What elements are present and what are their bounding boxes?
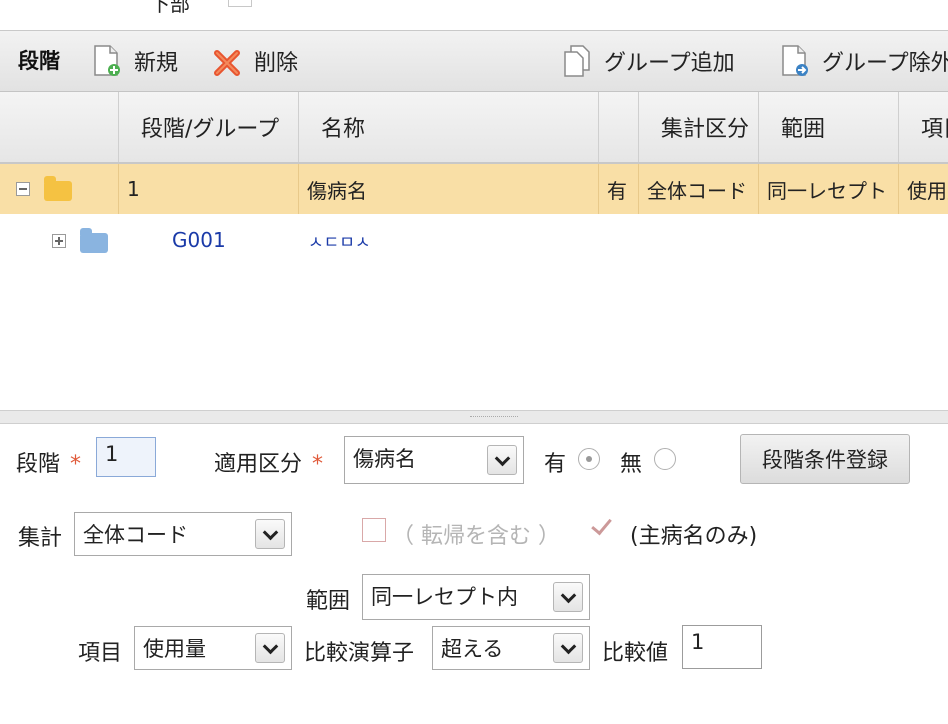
no-label: 無: [620, 452, 643, 477]
operator-label: 比較演算子: [304, 641, 415, 666]
cell-aggregation: 全体コード: [638, 164, 758, 214]
group-remove-button[interactable]: グループ除外: [780, 41, 948, 81]
main-disease-only-label: (主病名のみ): [630, 524, 758, 549]
cell-flag: 有: [598, 164, 638, 214]
operator-select[interactable]: 超える: [432, 626, 590, 670]
apply-type-select[interactable]: 傷病名: [344, 436, 524, 484]
register-stage-button[interactable]: 段階条件登録: [740, 434, 910, 484]
delete-button-label: 削除: [254, 51, 299, 76]
top-partial-row: 下部: [0, 0, 948, 31]
table-row[interactable]: 1 傷病名 有 全体コード 同一レセプト 使用量: [0, 164, 948, 214]
aggregation-label: 集計: [18, 526, 63, 551]
chevron-down-icon[interactable]: [255, 633, 285, 663]
top-partial-checkbox[interactable]: [228, 0, 252, 7]
checkmark-icon[interactable]: [588, 515, 614, 539]
new-document-icon: [92, 44, 122, 78]
new-button-label: 新規: [134, 51, 179, 76]
stage-toolbar: 段階 新規 削除 グループ追加 グループ除外: [0, 31, 948, 92]
chevron-down-icon[interactable]: [553, 633, 583, 663]
group-remove-label: グループ除外: [822, 51, 948, 76]
folder-closed-icon: [80, 228, 108, 253]
stage-label: 段階 *: [16, 452, 82, 477]
aggregation-select[interactable]: 全体コード: [74, 512, 292, 556]
cell-item: 使用量: [898, 164, 948, 214]
apply-type-label: 適用区分 *: [214, 452, 324, 477]
group-add-label: グループ追加: [604, 51, 735, 76]
yes-radio[interactable]: [578, 448, 600, 470]
operator-value: 超える: [441, 637, 504, 661]
range-value: 同一レセプト内: [371, 585, 518, 609]
header-name[interactable]: 名称: [298, 92, 598, 162]
header-aggregation[interactable]: 集計区分: [638, 92, 758, 162]
header-range[interactable]: 範囲: [758, 92, 898, 162]
cell-group-code[interactable]: G001: [172, 228, 226, 252]
cell-range: 同一レセプト: [758, 164, 898, 214]
delete-x-icon: [212, 44, 242, 78]
no-radio[interactable]: [654, 448, 676, 470]
panel-splitter[interactable]: [0, 410, 948, 424]
copy-document-icon: [562, 44, 592, 78]
splitter-grip-icon: [470, 416, 518, 417]
item-select[interactable]: 使用量: [134, 626, 292, 670]
header-tree-column: [0, 92, 118, 162]
table-row[interactable]: G001 ㅅㄷㅁㅅ: [0, 216, 948, 266]
delete-button[interactable]: 削除: [212, 41, 298, 81]
chevron-down-icon[interactable]: [255, 519, 285, 549]
cell-group-name: ㅅㄷㅁㅅ: [308, 233, 371, 253]
compare-value-label: 比較値: [602, 641, 669, 666]
header-flag[interactable]: [598, 92, 638, 162]
include-transfer-checkbox[interactable]: [362, 518, 386, 542]
range-label: 範囲: [306, 589, 351, 614]
grid-header: 段階/グループ 名称 集計区分 範囲 項目: [0, 92, 948, 164]
new-button[interactable]: 新規: [92, 41, 178, 81]
toolbar-title: 段階: [18, 49, 60, 73]
expand-toggle-icon[interactable]: [52, 234, 66, 248]
document-arrow-icon: [780, 44, 810, 78]
header-item[interactable]: 項目: [898, 92, 948, 162]
cell-stage: 1: [118, 164, 298, 214]
compare-value-input[interactable]: 1: [682, 625, 762, 669]
include-transfer-label: （ 転帰を含む ）: [392, 524, 560, 549]
apply-type-value: 傷病名: [353, 447, 416, 471]
aggregation-value: 全体コード: [83, 523, 188, 547]
item-label: 項目: [78, 641, 123, 666]
folder-open-icon: [44, 176, 72, 201]
top-partial-label: 下部: [150, 0, 190, 16]
range-select[interactable]: 同一レセプト内: [362, 574, 590, 620]
header-stage-group[interactable]: 段階/グループ: [118, 92, 298, 162]
group-add-button[interactable]: グループ追加: [562, 41, 735, 81]
yes-label: 有: [544, 452, 567, 477]
cell-name: 傷病名: [298, 164, 598, 214]
chevron-down-icon[interactable]: [487, 445, 517, 475]
chevron-down-icon[interactable]: [553, 582, 583, 612]
item-value: 使用量: [143, 637, 206, 661]
collapse-toggle-icon[interactable]: [16, 182, 30, 196]
stage-input[interactable]: 1: [96, 437, 156, 477]
